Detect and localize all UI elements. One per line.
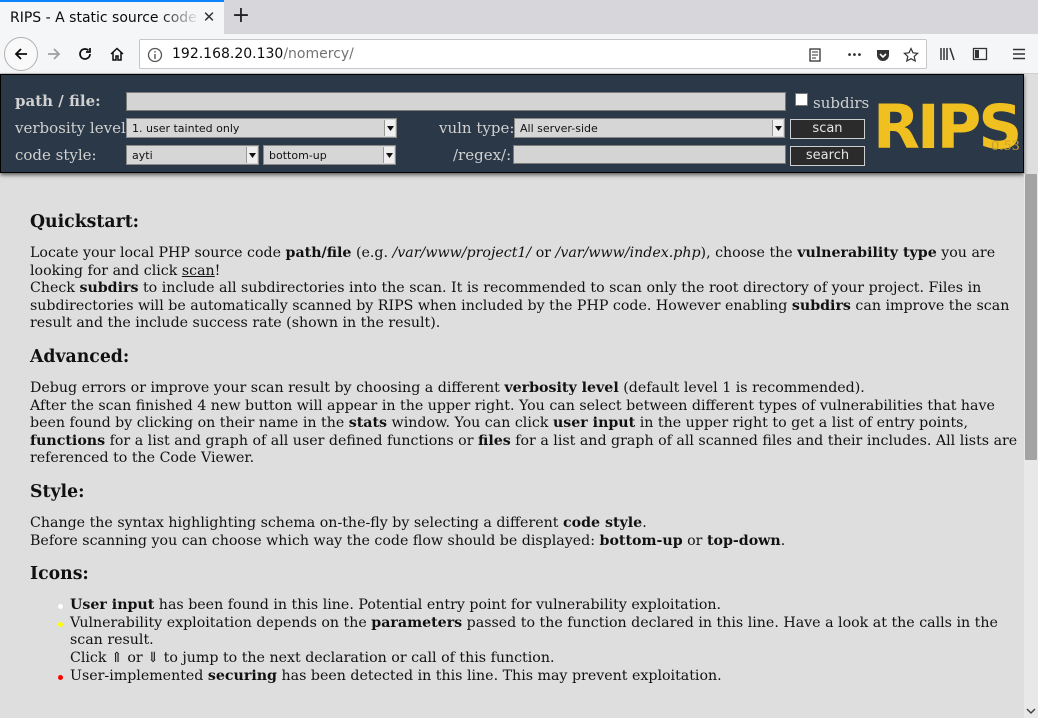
bookmark-star-icon[interactable]	[902, 46, 920, 64]
verbosity-value: 1. user tainted only	[132, 122, 240, 135]
code-style-select[interactable]: ayti	[126, 145, 259, 165]
close-tab-icon[interactable]: ✕	[201, 9, 217, 25]
code-style-label: code style:	[15, 146, 97, 164]
flow-direction-select[interactable]: bottom-up	[263, 145, 396, 165]
verbosity-label: verbosity level:	[15, 119, 131, 137]
icons-list: User input has been found in this line. …	[58, 597, 1025, 686]
style-paragraph-2: Before scanning you can choose which way…	[30, 532, 786, 549]
scroll-down-icon[interactable]	[1024, 704, 1038, 718]
library-button[interactable]	[932, 38, 964, 70]
quickstart-heading: Quickstart:	[30, 212, 140, 232]
advanced-paragraph-1: Debug errors or improve your scan result…	[30, 379, 865, 396]
vuln-type-select[interactable]: All server-side	[514, 118, 785, 138]
style-paragraph-1: Change the syntax highlighting schema on…	[30, 514, 647, 531]
list-item: Vulnerability exploitation depends on th…	[58, 615, 1025, 668]
reload-button[interactable]	[69, 38, 101, 70]
subdirs-checkbox[interactable]	[795, 93, 808, 106]
scan-link[interactable]: scan	[182, 263, 215, 279]
browser-tab[interactable]: RIPS - A static source code analyser ✕	[0, 0, 224, 34]
tab-bar: RIPS - A static source code analyser ✕ +	[0, 0, 1038, 34]
home-button[interactable]	[101, 38, 133, 70]
version-label: 0.53	[991, 139, 1020, 154]
vuln-type-label: vuln type:	[439, 119, 515, 137]
url-bar[interactable]: 192.168.20.130/nomercy/ •••	[139, 39, 927, 69]
quickstart-text: Locate your local PHP source code path/f…	[30, 245, 1025, 333]
chevron-down-icon	[246, 147, 257, 163]
verbosity-select[interactable]: 1. user tainted only	[126, 118, 397, 138]
home-icon	[110, 47, 124, 61]
help-content: Quickstart: Locate your local PHP source…	[30, 200, 1025, 685]
rips-scan-form: path / file: subdirs verbosity level: 1.…	[0, 74, 1024, 173]
page-scrollbar[interactable]	[1024, 174, 1038, 718]
regex-input[interactable]	[513, 145, 786, 164]
scrollbar-thumb[interactable]	[1025, 174, 1037, 460]
sidebar-icon	[972, 47, 988, 61]
library-icon	[940, 47, 955, 61]
back-arrow-icon	[14, 48, 27, 60]
pocket-icon[interactable]	[874, 46, 892, 64]
scan-button[interactable]: scan	[790, 119, 865, 139]
regex-label: /regex/:	[453, 146, 512, 164]
sidebar-button[interactable]	[964, 38, 996, 70]
list-item: User input has been found in this line. …	[58, 597, 1025, 615]
chevron-down-icon	[383, 147, 394, 163]
chevron-down-icon	[384, 120, 395, 136]
path-label: path / file:	[15, 92, 101, 110]
new-tab-icon[interactable]: +	[229, 3, 253, 29]
advanced-text: Debug errors or improve your scan result…	[30, 380, 1025, 468]
flow-direction-value: bottom-up	[269, 149, 327, 162]
url-path: /nomercy/	[283, 46, 354, 62]
forward-button[interactable]	[38, 38, 70, 70]
vuln-type-value: All server-side	[520, 122, 598, 135]
list-item: User-implemented securing has been detec…	[58, 668, 1025, 686]
reload-icon	[79, 48, 91, 60]
path-input[interactable]	[126, 92, 786, 111]
hamburger-menu-icon	[1013, 48, 1025, 60]
forward-arrow-icon	[48, 48, 61, 60]
info-icon[interactable]	[146, 46, 164, 64]
page-actions-icon[interactable]: •••	[845, 46, 863, 64]
quickstart-paragraph-1: Locate your local PHP source code path/f…	[30, 245, 996, 279]
menu-button[interactable]	[1003, 38, 1035, 70]
style-text: Change the syntax highlighting schema on…	[30, 515, 1025, 550]
chevron-down-icon	[772, 120, 783, 136]
reader-view-icon[interactable]	[806, 46, 824, 64]
style-heading: Style:	[30, 481, 85, 502]
quickstart-paragraph-2: Check subdirs to include all subdirector…	[30, 280, 1010, 332]
url-host: 192.168.20.130	[172, 46, 284, 62]
subdirs-label: subdirs	[813, 94, 870, 112]
user-input-dot-icon	[58, 604, 63, 610]
url-text[interactable]: 192.168.20.130/nomercy/	[172, 46, 354, 62]
advanced-paragraph-2: After the scan finished 4 new button wil…	[30, 397, 1018, 467]
advanced-heading: Advanced:	[30, 346, 130, 367]
search-button[interactable]: search	[790, 146, 865, 166]
navigation-toolbar: 192.168.20.130/nomercy/ •••	[0, 34, 1038, 74]
back-button[interactable]	[4, 37, 38, 71]
securing-dot-icon	[58, 674, 63, 680]
icons-heading: Icons:	[30, 564, 89, 585]
tab-title-fade	[160, 2, 200, 32]
function-declaration-dot-icon	[58, 621, 63, 627]
code-style-value: ayti	[132, 149, 153, 162]
